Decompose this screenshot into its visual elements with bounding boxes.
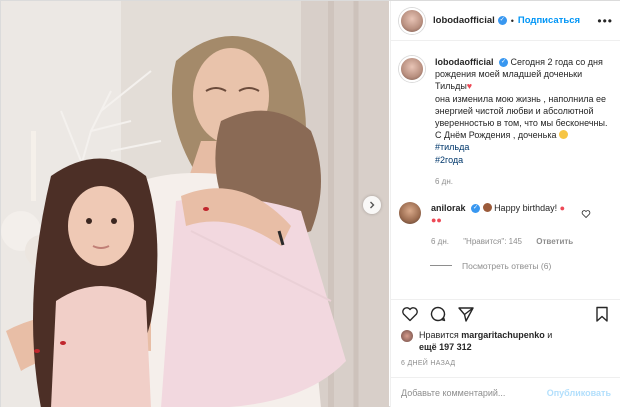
balloon-icon: ● <box>559 203 566 214</box>
caption-avatar[interactable] <box>399 56 425 82</box>
verified-icon: ✓ <box>471 204 481 214</box>
likes-count[interactable]: ещё 197 312 <box>419 342 472 352</box>
header-username[interactable]: lobodaofficial <box>433 15 495 26</box>
red-heart-icon: ♥ <box>466 81 473 92</box>
hashtag-tilda[interactable]: #тильда <box>435 142 469 152</box>
share-icon[interactable] <box>457 305 475 323</box>
liker-avatar[interactable] <box>401 330 413 342</box>
verified-icon: ✓ <box>497 16 507 25</box>
post-photo[interactable] <box>1 1 389 407</box>
heart-icon[interactable] <box>401 305 419 323</box>
comment-text: Happy birthday! <box>494 203 558 214</box>
publish-button[interactable]: Опубликовать <box>547 388 611 398</box>
replies-line <box>430 265 452 267</box>
smiling-face-icon <box>559 130 568 140</box>
likes-prefix: Нравится <box>419 330 459 340</box>
verified-icon: ✓ <box>499 58 509 68</box>
like-comment-icon[interactable] <box>581 209 591 219</box>
caption-line3: С Днём Рождения , доченька <box>435 130 557 141</box>
separator-dot: • <box>510 15 514 26</box>
reply-button[interactable]: Ответить <box>536 237 573 246</box>
post-header: lobodaofficial ✓ • Подписаться ••• <box>391 1 620 41</box>
likes-conj: и <box>547 330 553 340</box>
bookmark-icon[interactable] <box>593 305 611 323</box>
post-time[interactable]: 6 ДНЕЙ НАЗАД <box>401 360 455 367</box>
view-replies-label: Посмотреть ответы (6) <box>462 260 552 271</box>
comment-row: anilorak ✓ Happy birthday! ● ●● 6 дн. "Н… <box>399 202 611 249</box>
caption-meta: 6 дн. <box>435 176 611 188</box>
post-modal: lobodaofficial ✓ • Подписаться ••• lobod… <box>0 0 620 407</box>
add-comment-bar: Опубликовать <box>391 377 620 407</box>
comment-meta: 6 дн. "Нравится": 145 Ответить <box>431 236 591 248</box>
comments-area: lobodaofficial ✓ Сегодня 2 года со дня р… <box>391 42 620 299</box>
caption: lobodaofficial ✓ Сегодня 2 года со дня р… <box>399 56 611 188</box>
action-bar <box>391 299 620 327</box>
comment-username[interactable]: anilorak <box>431 203 466 213</box>
more-icon[interactable]: ••• <box>597 14 613 28</box>
next-arrow-icon[interactable] <box>363 196 381 214</box>
caption-age[interactable]: 6 дн. <box>435 177 453 186</box>
liker-username[interactable]: margaritachupenko <box>461 330 545 340</box>
caption-line2: она изменила мою жизнь , наполнила ее эн… <box>435 93 608 129</box>
hashtag-2years[interactable]: #2года <box>435 155 463 165</box>
comment-icon[interactable] <box>429 305 447 323</box>
comment-avatar[interactable] <box>399 202 421 225</box>
caption-username[interactable]: lobodaofficial <box>435 57 494 67</box>
cake-icon <box>482 203 492 213</box>
comment-input[interactable] <box>401 388 547 398</box>
avatar[interactable] <box>399 7 425 34</box>
view-replies-button[interactable]: Посмотреть ответы (6) <box>430 261 611 271</box>
photo-illustration <box>1 1 389 407</box>
post-sidebar: lobodaofficial ✓ • Подписаться ••• lobod… <box>390 1 620 407</box>
follow-button[interactable]: Подписаться <box>518 15 580 26</box>
likes-summary: Нравится margaritachupenko и ещё 197 312 <box>401 329 611 353</box>
balloons-icon: ●● <box>431 215 442 226</box>
comment-age[interactable]: 6 дн. <box>431 237 449 246</box>
comment-likes[interactable]: "Нравится": 145 <box>463 237 522 246</box>
